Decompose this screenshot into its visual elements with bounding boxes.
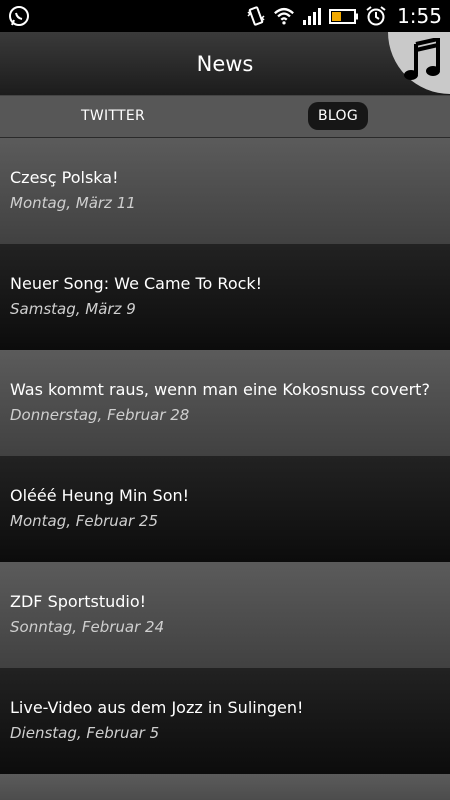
vibrate-icon (245, 5, 267, 27)
post-title: ZDF Sportstudio! (10, 592, 147, 611)
alarm-icon (365, 5, 387, 27)
post-title: Was kommt raus, wenn man eine Kokosnuss … (10, 380, 430, 399)
post-title: Live-Video aus dem Jozz in Sulingen! (10, 698, 304, 717)
post-date: Sonntag, Februar 24 (10, 618, 165, 636)
tab-blog[interactable]: BLOG (308, 102, 368, 130)
music-note-icon (402, 36, 442, 86)
status-bar: 1:55 (0, 0, 450, 32)
app-header: News (0, 32, 450, 96)
whatsapp-icon (8, 5, 30, 27)
post-title: Olééé Heung Min Son! (10, 486, 190, 505)
tab-twitter[interactable]: TWITTER (81, 108, 145, 124)
list-item[interactable]: Olééé Heung Min Son! Montag, Februar 25 (0, 456, 450, 562)
post-date: Donnerstag, Februar 28 (10, 406, 190, 424)
list-item-partial[interactable] (0, 774, 450, 800)
list-item[interactable]: Neuer Song: We Came To Rock! Samstag, Mä… (0, 244, 450, 350)
post-title: Neuer Song: We Came To Rock! (10, 274, 263, 293)
page-title: News (196, 51, 254, 76)
music-player-button[interactable] (388, 32, 450, 94)
status-time: 1:55 (397, 4, 442, 28)
list-item[interactable]: Czesç Polska! Montag, März 11 (0, 138, 450, 244)
post-date: Montag, Februar 25 (10, 512, 159, 530)
signal-icon (301, 5, 323, 27)
battery-icon (329, 5, 359, 27)
list-item[interactable]: Was kommt raus, wenn man eine Kokosnuss … (0, 350, 450, 456)
blog-post-list: Czesç Polska! Montag, März 11 Neuer Song… (0, 138, 450, 800)
wifi-icon (273, 5, 295, 27)
post-title: Czesç Polska! (10, 168, 119, 187)
post-date: Dienstag, Februar 5 (10, 724, 160, 742)
list-item[interactable]: ZDF Sportstudio! Sonntag, Februar 24 (0, 562, 450, 668)
post-date: Samstag, März 9 (10, 300, 136, 318)
post-date: Montag, März 11 (10, 194, 136, 212)
list-item[interactable]: Live-Video aus dem Jozz in Sulingen! Die… (0, 668, 450, 774)
tab-bar: TWITTER BLOG (0, 96, 450, 138)
